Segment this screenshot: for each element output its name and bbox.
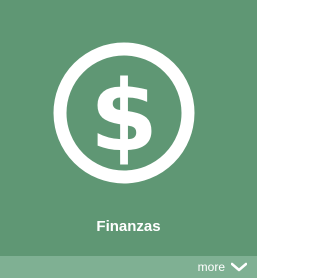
more-button[interactable]: more [198,258,247,276]
chevron-down-icon [231,262,247,272]
tile-footer: more [0,256,257,278]
more-label: more [197,260,225,274]
dollar-circle-icon: $ [49,38,199,188]
tile-title: Finanzas [96,218,161,235]
finanzas-tile[interactable]: $ Finanzas more [0,0,257,278]
svg-text:$: $ [90,60,158,174]
